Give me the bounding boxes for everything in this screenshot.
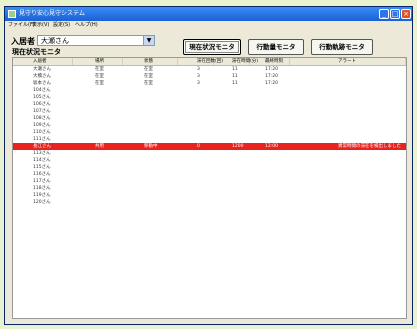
header-state[interactable]: 状態: [144, 58, 153, 65]
cell-resident: 大橋さん: [33, 74, 51, 79]
table-row[interactable]: 116さん: [13, 171, 406, 178]
activity-monitor-button[interactable]: 行動量モニタ: [248, 39, 304, 55]
table-row[interactable]: 106さん: [13, 101, 406, 108]
cell-stay-count: 3: [197, 67, 200, 72]
cell-state: 在室: [144, 74, 153, 79]
cell-resident: 105さん: [33, 95, 51, 100]
table-row[interactable]: 110さん: [13, 129, 406, 136]
menu-file[interactable]: ファイル(F): [8, 21, 35, 30]
cell-alert: 異常時間の滞在を検出しました: [338, 144, 401, 149]
close-icon: ×: [403, 10, 409, 18]
cell-resident: 117さん: [33, 179, 51, 184]
cell-last-time: 17:20: [265, 67, 278, 72]
menu-help[interactable]: ヘルプ(H): [75, 21, 98, 30]
screen-background: 見守り安心見守システム _ □ × ファイル(F) 表示(V) 設定(S) ヘル…: [0, 0, 417, 329]
cell-state: 在室: [144, 81, 153, 86]
toolbar: 入居者 大瀬さん ▼ 現在状況モニタ 行動量モニタ 行動軌跡モニタ: [5, 31, 412, 59]
table-row[interactable]: 115さん: [13, 164, 406, 171]
table-header: 入居者 場所 状態 滞在回数(回) 滞在時間(分) 最終時刻 アラート: [13, 58, 406, 66]
table-row[interactable]: 114さん: [13, 157, 406, 164]
cell-stay-count: 3: [197, 81, 200, 86]
cell-location: 在室: [95, 74, 104, 79]
table-row-alert[interactable]: 長江さん 共用 移動中 0 1200 12:00 異常時間の滞在を検出しました: [13, 143, 406, 150]
table-row[interactable]: 120さん: [13, 199, 406, 206]
cell-resident: 111さん: [33, 137, 51, 142]
cell-stay-count: 0: [197, 144, 200, 149]
cell-resident: 107さん: [33, 109, 51, 114]
maximize-button[interactable]: □: [390, 9, 400, 19]
cell-resident: 坂本さん: [33, 81, 51, 86]
minimize-icon: _: [382, 10, 386, 18]
resident-select[interactable]: 大瀬さん ▼: [37, 35, 155, 46]
cell-stay-time: 11: [232, 81, 238, 86]
table-row[interactable]: 111さん: [13, 136, 406, 143]
table-row[interactable]: 104さん: [13, 87, 406, 94]
cell-resident: 大瀬さん: [33, 67, 51, 72]
movement-track-monitor-button[interactable]: 行動軌跡モニタ: [311, 39, 373, 55]
cell-resident: 長江さん: [33, 144, 51, 149]
cell-last-time: 12:00: [265, 144, 278, 149]
header-stay-count[interactable]: 滞在回数(回): [197, 58, 223, 65]
header-last-time[interactable]: 最終時刻: [265, 58, 283, 65]
table-row[interactable]: 109さん: [13, 122, 406, 129]
cell-resident: 115さん: [33, 165, 51, 170]
current-status-monitor-button[interactable]: 現在状況モニタ: [183, 39, 241, 55]
app-icon: [8, 10, 16, 18]
table-row[interactable]: 105さん: [13, 94, 406, 101]
chevron-down-icon[interactable]: ▼: [143, 36, 154, 45]
cell-resident: 109さん: [33, 123, 51, 128]
header-resident[interactable]: 入居者: [33, 58, 47, 65]
cell-state: 移動中: [144, 144, 158, 149]
cell-resident: 118さん: [33, 186, 51, 191]
table-row[interactable]: 107さん: [13, 108, 406, 115]
window-title: 見守り安心見守システム: [19, 10, 85, 17]
table-row[interactable]: 大瀬さん 在室 在室 3 11 17:20: [13, 66, 406, 73]
cell-stay-count: 3: [197, 74, 200, 79]
cell-location: 在室: [95, 67, 104, 72]
cell-resident: 106さん: [33, 102, 51, 107]
cell-location: 共用: [95, 144, 104, 149]
resident-label: 入居者: [11, 37, 35, 46]
title-bar[interactable]: 見守り安心見守システム _ □ ×: [5, 7, 412, 21]
cell-resident: 114さん: [33, 158, 51, 163]
menu-settings[interactable]: 設定(S): [53, 21, 70, 30]
cell-stay-time: 11: [232, 67, 238, 72]
table-row[interactable]: 118さん: [13, 185, 406, 192]
cell-stay-time: 11: [232, 74, 238, 79]
close-button[interactable]: ×: [401, 9, 411, 19]
cell-last-time: 17:20: [265, 74, 278, 79]
cell-resident: 119さん: [33, 193, 51, 198]
cell-resident: 110さん: [33, 130, 51, 135]
section-title: 現在状況モニタ: [12, 48, 61, 56]
table-row[interactable]: 119さん: [13, 192, 406, 199]
resident-select-value: 大瀬さん: [41, 37, 69, 45]
cell-state: 在室: [144, 67, 153, 72]
maximize-icon: □: [391, 10, 399, 18]
header-stay-time[interactable]: 滞在時間(分): [232, 58, 258, 65]
menu-bar: ファイル(F) 表示(V) 設定(S) ヘルプ(H): [5, 21, 412, 30]
cell-resident: 104さん: [33, 88, 51, 93]
header-alert[interactable]: アラート: [338, 58, 356, 65]
table-row[interactable]: 108さん: [13, 115, 406, 122]
menu-view[interactable]: 表示(V): [32, 21, 49, 30]
cell-resident: 116さん: [33, 172, 51, 177]
header-location[interactable]: 場所: [95, 58, 104, 65]
cell-resident: 108さん: [33, 116, 51, 121]
cell-resident: 120さん: [33, 200, 51, 205]
table-row[interactable]: 大橋さん 在室 在室 3 11 17:20: [13, 73, 406, 80]
table-row[interactable]: 113さん: [13, 150, 406, 157]
table-row[interactable]: 117さん: [13, 178, 406, 185]
cell-stay-time: 1200: [232, 144, 244, 149]
cell-resident: 113さん: [33, 151, 51, 156]
status-table: 入居者 場所 状態 滞在回数(回) 滞在時間(分) 最終時刻 アラート 大瀬さん…: [12, 57, 407, 319]
cell-location: 在室: [95, 81, 104, 86]
app-window: 見守り安心見守システム _ □ × ファイル(F) 表示(V) 設定(S) ヘル…: [4, 6, 413, 325]
table-row[interactable]: 坂本さん 在室 在室 3 11 17:20: [13, 80, 406, 87]
cell-last-time: 17:20: [265, 81, 278, 86]
minimize-button[interactable]: _: [379, 9, 389, 19]
